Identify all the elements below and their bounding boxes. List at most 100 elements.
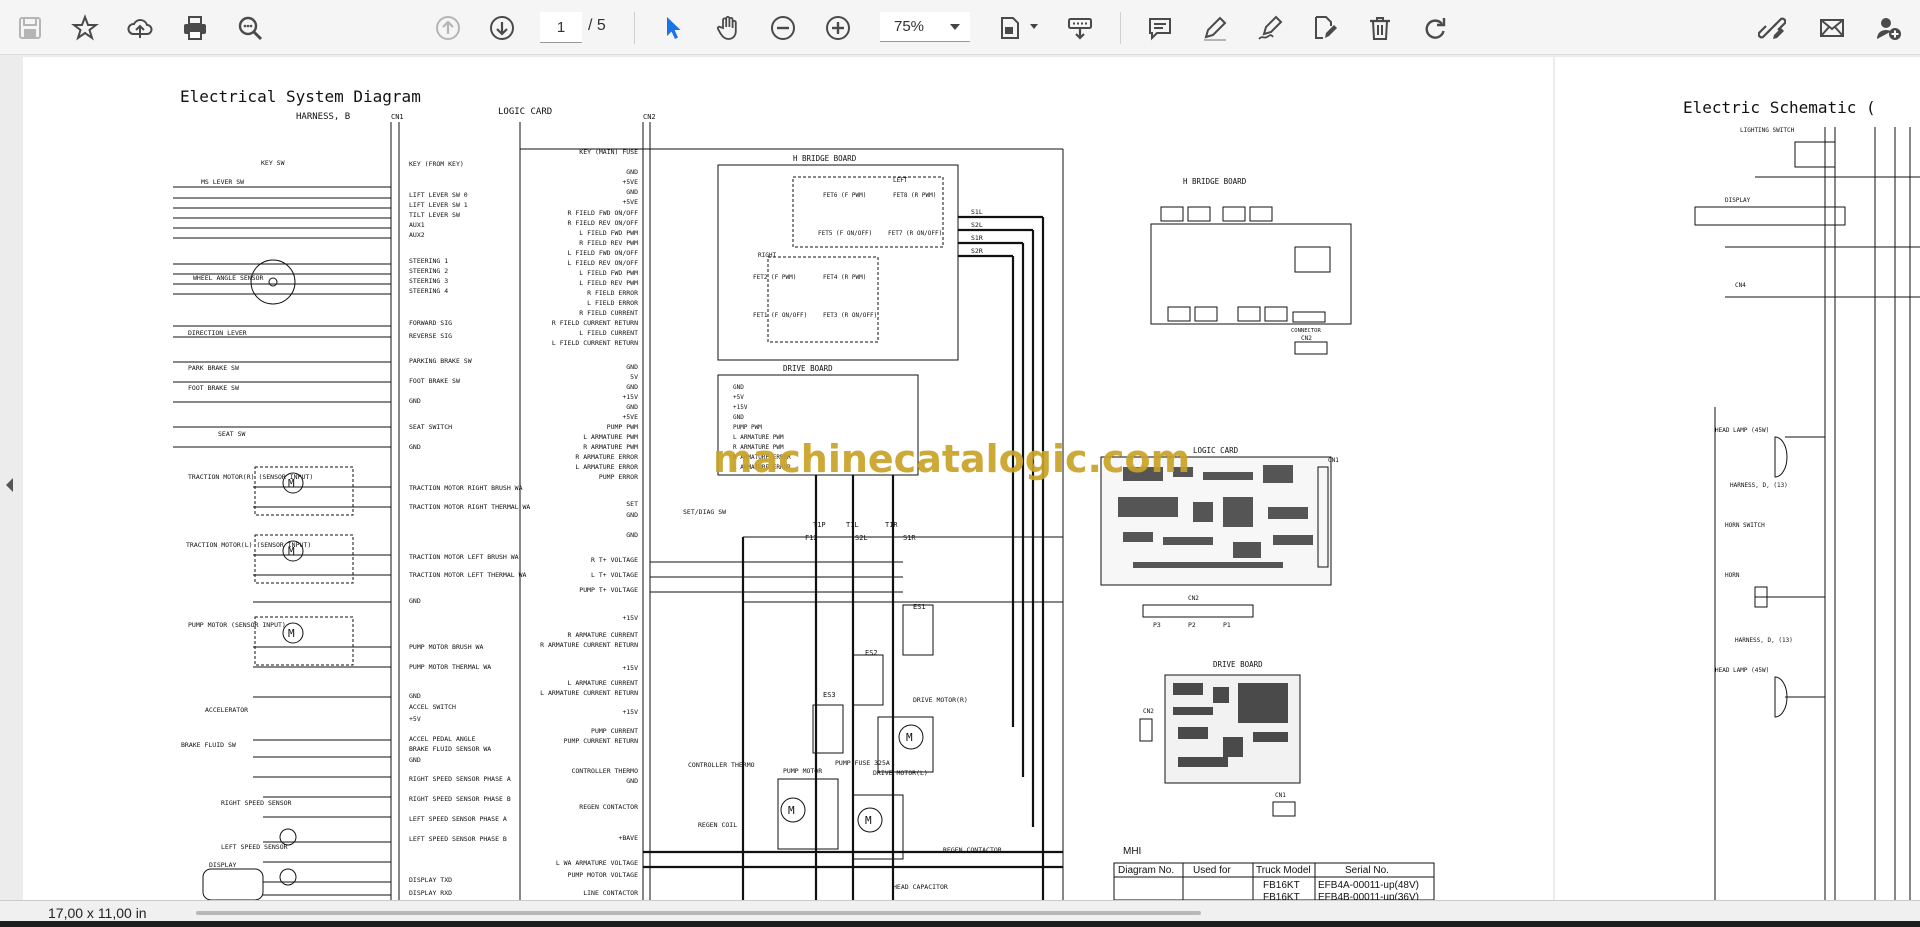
zoom-select[interactable]: 75% [880, 12, 970, 42]
fit-zoom-button[interactable] [233, 11, 267, 45]
electrical-diagram: Electrical System Diagram HARNESS, B LOG… [173, 87, 1435, 900]
zoom-in-button[interactable] [821, 11, 855, 45]
svg-text:L WA ARMATURE VOLTAGE: L WA ARMATURE VOLTAGE [556, 859, 638, 867]
edit-document-button[interactable] [1308, 11, 1342, 45]
svg-text:R ARMATURE ERROR: R ARMATURE ERROR [575, 453, 638, 461]
svg-text:+5VE: +5VE [622, 198, 638, 206]
svg-text:SEAT SW: SEAT SW [218, 430, 245, 438]
page-2-wires [1714, 127, 1920, 900]
svg-text:DRIVE MOTOR(R): DRIVE MOTOR(R) [913, 696, 968, 704]
page-size-label: 17,00 x 11,00 in [48, 905, 147, 921]
horizontal-scrollbar[interactable] [196, 911, 1201, 915]
fit-page-button[interactable] [993, 11, 1027, 45]
drive-board-title: DRIVE BOARD [783, 364, 833, 373]
svg-text:R ARMATURE CURRENT RETURN: R ARMATURE CURRENT RETURN [540, 641, 638, 649]
svg-text:T1P: T1P [813, 521, 826, 529]
page-number-input[interactable]: 1 [540, 12, 582, 43]
svg-text:+15V: +15V [733, 404, 748, 411]
hb-output-labels: S1L S2L S1R S2R [971, 208, 983, 255]
upload-button[interactable] [123, 11, 157, 45]
svg-text:GND: GND [626, 168, 638, 176]
svg-text:FET6 (F PWM): FET6 (F PWM) [823, 192, 866, 199]
svg-text:DISPLAY TXD: DISPLAY TXD [409, 876, 452, 884]
svg-text:ACCEL PEDAL ANGLE: ACCEL PEDAL ANGLE [409, 735, 476, 743]
add-account-button[interactable] [1872, 11, 1906, 45]
motor-symbols: M M M [254, 466, 354, 666]
hand-tool-button[interactable] [711, 11, 745, 45]
svg-text:LEFT SPEED SENSOR PHASE A: LEFT SPEED SENSOR PHASE A [409, 815, 507, 823]
svg-text:FET8 (R PWM): FET8 (R PWM) [893, 192, 936, 199]
save-icon [19, 17, 41, 39]
svg-text:Serial No.: Serial No. [1345, 865, 1389, 876]
svg-text:REGEN CONTACTOR: REGEN CONTACTOR [579, 803, 638, 811]
svg-text:R FIELD CURRENT: R FIELD CURRENT [579, 309, 638, 317]
svg-text:+15V: +15V [622, 664, 638, 672]
es1-block [902, 604, 934, 656]
link-button[interactable] [1755, 11, 1789, 45]
delete-button[interactable] [1363, 11, 1397, 45]
svg-text:+5V: +5V [409, 715, 421, 723]
fit-dropdown-icon[interactable] [1030, 24, 1038, 29]
email-button[interactable] [1815, 11, 1849, 45]
svg-text:RIGHT SPEED SENSOR PHASE A: RIGHT SPEED SENSOR PHASE A [409, 775, 511, 783]
drive-cn1-label: CN1 [1275, 792, 1286, 799]
svg-text:ES2: ES2 [865, 649, 878, 657]
svg-text:EFB4A-00011-up(48V): EFB4A-00011-up(48V) [1318, 880, 1419, 891]
svg-text:GND: GND [626, 777, 638, 785]
svg-text:S1R: S1R [903, 534, 916, 542]
sign-button[interactable] [1253, 11, 1287, 45]
zoom-fit-icon [238, 16, 263, 41]
svg-text:REVERSE SIG: REVERSE SIG [409, 332, 452, 340]
mhi-label: MHI [1123, 846, 1141, 857]
svg-text:PUMP MOTOR BRUSH WA: PUMP MOTOR BRUSH WA [409, 643, 483, 651]
svg-text:L ARMATURE ERROR: L ARMATURE ERROR [575, 463, 638, 471]
next-page-button[interactable] [485, 11, 519, 45]
comment-button[interactable] [1143, 11, 1177, 45]
svg-text:L FIELD CURRENT RETURN: L FIELD CURRENT RETURN [552, 339, 638, 347]
arrow-up-circle-icon [436, 16, 460, 40]
svg-text:FET1 (F ON/OFF): FET1 (F ON/OFF) [753, 312, 807, 319]
svg-text:BRAKE FLUID SENSOR WA: BRAKE FLUID SENSOR WA [409, 745, 491, 753]
svg-text:L FIELD ERROR: L FIELD ERROR [587, 299, 638, 307]
redo-icon [1425, 18, 1446, 39]
document-viewer[interactable]: Electrical System Diagram HARNESS, B LOG… [0, 55, 1920, 900]
svg-text:STEERING 2: STEERING 2 [409, 267, 448, 275]
svg-text:LIFT LEVER SW 0: LIFT LEVER SW 0 [409, 191, 468, 199]
svg-text:LEFT SPEED SENSOR: LEFT SPEED SENSOR [221, 843, 288, 851]
save-button[interactable] [13, 11, 47, 45]
title-block-text: Diagram No. Used for Truck Model Serial … [1118, 865, 1419, 900]
display-symbol [202, 868, 264, 900]
svg-text:+5V: +5V [733, 394, 744, 401]
svg-text:FOOT BRAKE SW: FOOT BRAKE SW [188, 384, 239, 392]
watermark: machinecatalogic.com [713, 437, 1190, 481]
taskbar-edge [0, 921, 1920, 927]
previous-page-button[interactable] [431, 11, 465, 45]
hand-icon [716, 16, 737, 40]
scroll-mode-button[interactable] [1063, 11, 1097, 45]
svg-text:KEY (FROM KEY): KEY (FROM KEY) [409, 160, 464, 168]
zoom-out-button[interactable] [766, 11, 800, 45]
left-panel-toggle-icon[interactable] [6, 478, 13, 492]
svg-text:LEFT SPEED SENSOR PHASE B: LEFT SPEED SENSOR PHASE B [409, 835, 507, 843]
svg-text:GND: GND [626, 188, 638, 196]
svg-text:ES1: ES1 [913, 603, 926, 611]
svg-text:PUMP MOTOR THERMAL WA: PUMP MOTOR THERMAL WA [409, 663, 491, 671]
highlight-button[interactable] [1198, 11, 1232, 45]
redo-button[interactable] [1418, 11, 1452, 45]
display-box [1694, 206, 1846, 226]
svg-text:REGEN COIL: REGEN COIL [698, 821, 737, 829]
svg-text:ES3: ES3 [823, 691, 836, 699]
svg-text:TRACTION MOTOR(R) (SENSOR INPU: TRACTION MOTOR(R) (SENSOR INPUT) [188, 473, 313, 481]
page-title: Electrical System Diagram [180, 87, 421, 106]
svg-text:REGEN CONTACTOR: REGEN CONTACTOR [943, 846, 1002, 854]
svg-text:CONTROLLER THERMO: CONTROLLER THERMO [688, 761, 755, 769]
svg-text:GND: GND [409, 692, 421, 700]
svg-text:FET4 (R PWM): FET4 (R PWM) [823, 274, 866, 281]
svg-text:GND: GND [733, 414, 744, 421]
select-tool-button[interactable] [656, 11, 690, 45]
document-edit-icon [1315, 16, 1337, 39]
pen-icon [1204, 16, 1227, 41]
bookmark-button[interactable] [68, 11, 102, 45]
print-button[interactable] [178, 11, 212, 45]
svg-text:SET/DIAG SW: SET/DIAG SW [683, 508, 726, 516]
